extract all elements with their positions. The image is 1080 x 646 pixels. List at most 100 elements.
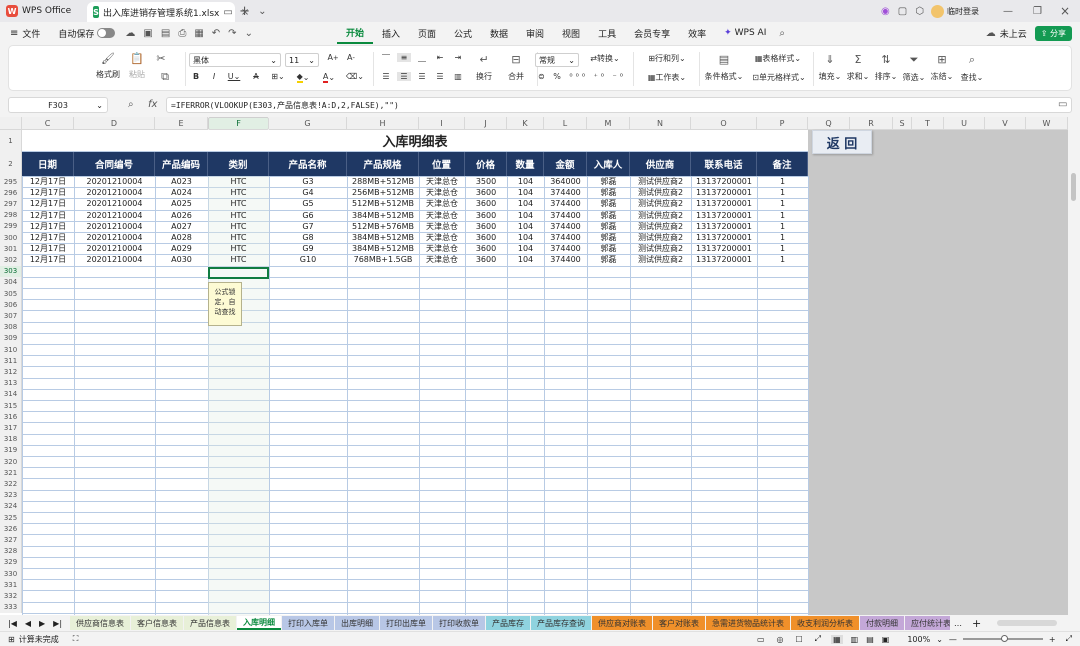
menu-view[interactable]: 视图 — [553, 22, 589, 44]
table-cell[interactable]: 374400 — [544, 243, 587, 254]
column-header-u[interactable]: U — [944, 117, 985, 130]
table-cell[interactable]: 郭磊 — [587, 210, 630, 221]
row-header[interactable]: 298 — [0, 209, 22, 221]
underline-button[interactable]: U⌄ — [225, 72, 243, 81]
column-header-r[interactable]: R — [850, 117, 893, 130]
menu-data[interactable]: 数据 — [481, 22, 517, 44]
table-cell[interactable]: 512MB+576MB — [347, 221, 419, 232]
table-cell[interactable]: G9 — [269, 243, 347, 254]
function-icon[interactable]: fx — [148, 99, 157, 110]
column-header-e[interactable]: E — [155, 117, 208, 130]
table-cell[interactable]: A024 — [155, 187, 208, 198]
table-cell[interactable]: 13137200001 — [691, 221, 757, 232]
hamburger-icon[interactable]: ≡ — [10, 28, 18, 39]
sheet-tab[interactable]: 打印收款单 — [433, 616, 486, 630]
column-header-q[interactable]: Q — [808, 117, 850, 130]
sheet-tab[interactable]: 客户对账表 — [653, 616, 706, 630]
table-cell[interactable]: 20201210004 — [74, 254, 155, 265]
column-header-m[interactable]: M — [587, 117, 630, 130]
menu-review[interactable]: 审阅 — [517, 22, 553, 44]
menu-formula[interactable]: 公式 — [445, 22, 481, 44]
row-header[interactable]: 333 — [0, 601, 22, 613]
justify-button[interactable]: ☰ — [433, 72, 447, 81]
sheet-tab[interactable]: 出库明细 — [335, 616, 380, 630]
export-pdf-icon[interactable]: ▤ — [161, 28, 170, 39]
table-cell[interactable]: 374400 — [544, 221, 587, 232]
share-button[interactable]: ⇪ 分享 — [1034, 25, 1072, 41]
row-header[interactable]: 300 — [0, 232, 22, 244]
table-cell[interactable]: G6 — [269, 210, 347, 221]
column-header-c[interactable]: C — [22, 117, 74, 130]
find-button[interactable]: ⌕ 查找⌄ — [959, 53, 985, 83]
active-cell[interactable] — [208, 267, 269, 279]
column-header-v[interactable]: V — [985, 117, 1026, 130]
table-cell[interactable]: 天津总仓 — [419, 187, 465, 198]
rows-cols-button[interactable]: ⊞ 行和列 ⌄ — [639, 53, 695, 64]
sum-button[interactable]: Σ 求和⌄ — [845, 53, 871, 82]
row-header[interactable]: 332 — [0, 590, 22, 602]
table-cell[interactable]: 测试供应商2 — [630, 187, 691, 198]
column-header-n[interactable]: N — [630, 117, 691, 130]
table-cell[interactable]: 天津总仓 — [419, 210, 465, 221]
zoom-out-icon[interactable]: — — [949, 635, 957, 644]
table-cell[interactable]: 384MB+512MB — [347, 243, 419, 254]
row-header[interactable]: 297 — [0, 198, 22, 210]
quick-access-chevron-icon[interactable]: ⌄ — [245, 28, 253, 39]
table-cell[interactable]: A026 — [155, 210, 208, 221]
align-right-button[interactable]: ☰ — [415, 72, 429, 81]
row-header[interactable]: 330 — [0, 568, 22, 580]
maximize-icon[interactable]: ❐ — [1033, 6, 1042, 17]
table-cell[interactable]: 3600 — [465, 210, 507, 221]
row-header[interactable]: 313 — [0, 377, 22, 389]
table-cell[interactable]: 104 — [507, 210, 544, 221]
sheet-tab[interactable]: 产品库存查询 — [531, 616, 592, 630]
sort-button[interactable]: ⇅ 排序⌄ — [873, 53, 899, 82]
table-cell[interactable]: 364000 — [544, 176, 587, 187]
add-sheet-icon[interactable]: + — [972, 617, 981, 630]
table-cell[interactable]: 12月17日 — [22, 210, 74, 221]
autosave-toggle[interactable] — [97, 28, 116, 38]
strikethrough-button[interactable]: A — [249, 72, 263, 81]
redo-icon[interactable]: ↷ — [228, 28, 236, 39]
sheet-tab[interactable]: 产品信息表 — [184, 616, 237, 630]
sheet-tab[interactable]: 急需进货物品统计表 — [706, 616, 791, 630]
clear-format-button[interactable]: ⌫ ⌄ — [345, 72, 365, 81]
table-cell[interactable]: 3500 — [465, 176, 507, 187]
table-cell[interactable]: 20201210004 — [74, 232, 155, 243]
row-header[interactable]: 324 — [0, 500, 22, 512]
indent-increase-button[interactable]: ⇥ — [451, 53, 465, 62]
table-cell[interactable]: 天津总仓 — [419, 198, 465, 209]
sheet-tab[interactable]: 打印入库单 — [282, 616, 335, 630]
cloud-sync-icon[interactable]: ☁ — [125, 28, 135, 39]
decrease-font-button[interactable]: A- — [345, 53, 357, 62]
copy-button[interactable]: ⧉ — [153, 70, 177, 84]
row-header[interactable]: 319 — [0, 444, 22, 456]
row-header[interactable]: 303 — [0, 265, 22, 277]
row-header[interactable]: 306 — [0, 299, 22, 311]
fit-window-icon[interactable]: ⤢ — [1066, 634, 1072, 644]
row-header[interactable]: 317 — [0, 422, 22, 434]
menu-member[interactable]: 会员专享 — [625, 22, 679, 44]
row-header[interactable]: 328 — [0, 545, 22, 557]
wps-home-tab[interactable]: W WPS Office — [0, 0, 77, 22]
table-cell[interactable]: 1 — [757, 221, 808, 232]
new-tab-icon[interactable]: + — [239, 4, 250, 19]
expand-formula-icon[interactable]: ▭ — [1058, 99, 1067, 110]
table-cell[interactable]: 20201210004 — [74, 243, 155, 254]
paste-button[interactable]: 📋 粘贴 — [125, 52, 149, 80]
number-format-select[interactable]: 常规 ⌄ — [535, 53, 579, 67]
fullscreen-icon[interactable]: ⤢ — [815, 634, 821, 644]
first-sheet-icon[interactable]: |◀ — [8, 619, 17, 628]
table-cell[interactable]: 3600 — [465, 232, 507, 243]
increase-font-button[interactable]: A + — [327, 53, 339, 62]
table-cell[interactable]: 郭磊 — [587, 176, 630, 187]
row-header[interactable]: 296 — [0, 187, 22, 199]
sheet-tab[interactable]: 付款明细 — [860, 616, 905, 630]
table-cell[interactable]: 13137200001 — [691, 176, 757, 187]
row-header[interactable]: 305 — [0, 288, 22, 300]
more-tabs-icon[interactable]: … — [954, 619, 962, 628]
menu-search-icon[interactable]: ⌕ — [779, 28, 785, 39]
sheet-tab[interactable]: 产品库存 — [486, 616, 531, 630]
table-cell[interactable]: 374400 — [544, 210, 587, 221]
menu-efficiency[interactable]: 效率 — [679, 22, 715, 44]
